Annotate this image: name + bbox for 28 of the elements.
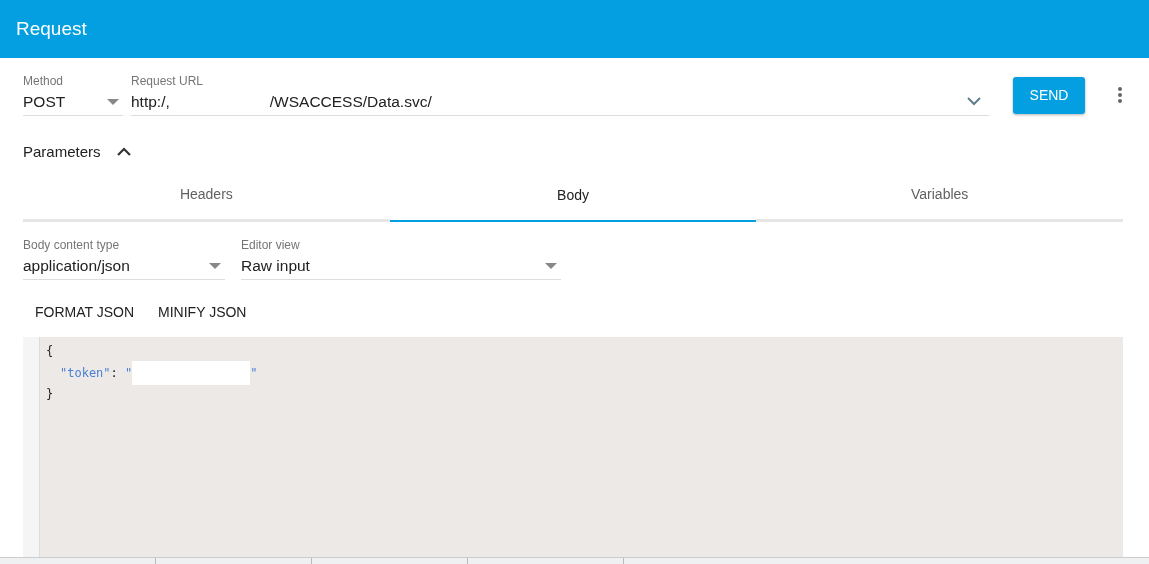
more-options-icon[interactable] <box>1117 86 1123 104</box>
json-punctuation: } <box>46 387 54 401</box>
action-button[interactable]: FORMAT JSON <box>23 296 147 329</box>
json-punctuation: : <box>110 365 119 380</box>
tab[interactable]: Headers <box>23 172 390 222</box>
json-quote: " <box>250 365 258 380</box>
tab[interactable]: Variables <box>756 172 1123 222</box>
method-label: Method <box>23 74 65 88</box>
json-quote: " <box>125 365 133 380</box>
dropdown-arrow-icon <box>545 262 557 269</box>
parameters-label: Parameters <box>23 141 101 162</box>
url-label: Request URL <box>131 74 205 88</box>
dropdown-arrow-icon <box>107 98 119 105</box>
body-content-type-label: Body content type <box>23 238 121 252</box>
header-title: Request <box>16 16 87 41</box>
url-field[interactable]: http:/, /WSACCESS/Data.svc/ <box>131 88 989 116</box>
content-type-dropdown[interactable]: application/json <box>23 252 225 280</box>
action-button[interactable]: MINIFY JSON <box>146 296 259 329</box>
json-key: "token" <box>60 365 111 380</box>
json-punctuation: { <box>46 344 54 358</box>
chevron-up-icon[interactable] <box>116 147 131 157</box>
code-editor[interactable]: { "token": " " } <box>23 337 1123 557</box>
method-dropdown[interactable]: POST <box>23 88 123 116</box>
editor-view-dropdown[interactable]: Raw input <box>241 252 561 280</box>
chevron-down-icon <box>967 97 981 106</box>
tab[interactable]: Body <box>389 172 757 222</box>
editor-view-label: Editor view <box>241 238 301 252</box>
dropdown-arrow-icon <box>209 262 221 269</box>
